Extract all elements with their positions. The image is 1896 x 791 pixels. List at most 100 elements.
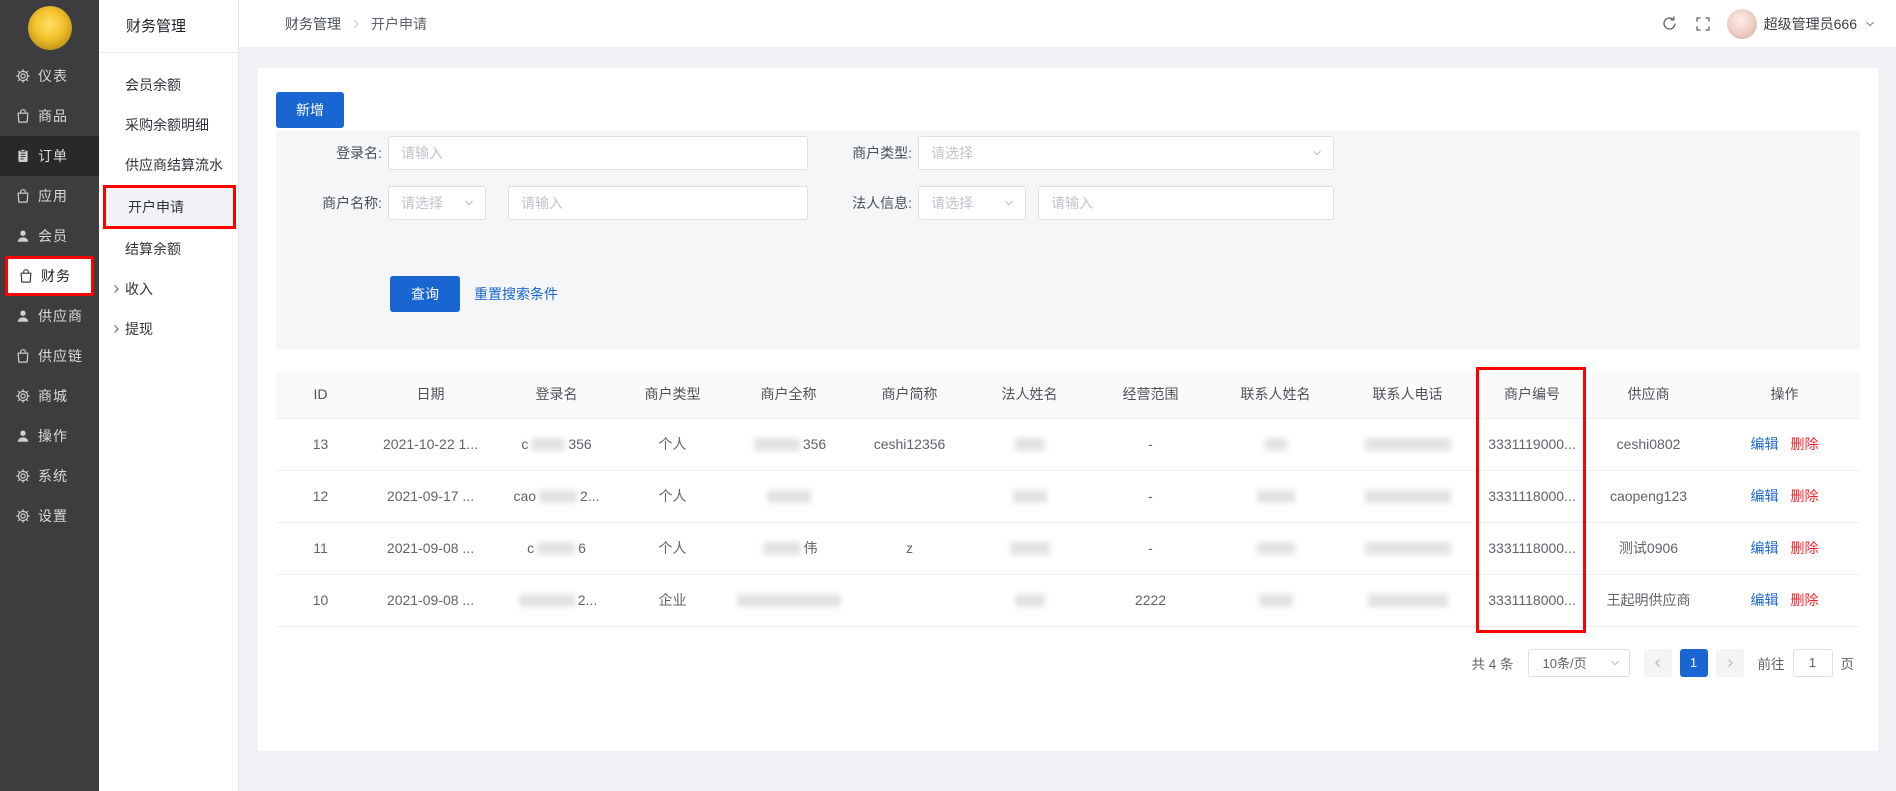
legal-info-select[interactable]: 请选择 — [918, 186, 1026, 220]
refresh-icon[interactable] — [1661, 15, 1679, 33]
page-content: 新增 登录名: 商户类型: 请选择 — [239, 48, 1896, 791]
delete-link[interactable]: 删除 — [1791, 540, 1819, 556]
sidebar-item-订单[interactable]: 订单 — [0, 136, 99, 176]
page-number-button[interactable]: 1 — [1680, 649, 1708, 677]
table-row: 132021-10-22 1...c356个人356ceshi12356-333… — [276, 418, 1860, 470]
submenu-item-采购余额明细[interactable]: 采购余额明细 — [99, 105, 238, 145]
redacted-text — [754, 438, 800, 451]
cell-text: 伟 — [804, 540, 818, 556]
gear-icon — [15, 468, 31, 484]
add-button[interactable]: 新增 — [276, 92, 344, 128]
gear-icon — [15, 388, 31, 404]
submenu-item-label: 结算余额 — [125, 239, 181, 259]
select-placeholder: 请选择 — [931, 143, 1305, 163]
prev-page-button[interactable] — [1644, 649, 1672, 677]
login-name-input[interactable] — [388, 136, 808, 170]
submenu-item-label: 供应商结算流水 — [125, 155, 223, 175]
goto-page-input[interactable] — [1793, 649, 1833, 677]
edit-link[interactable]: 编辑 — [1751, 436, 1779, 452]
cell-text: z — [906, 540, 913, 556]
sidebar-item-供应商[interactable]: 供应商 — [0, 296, 99, 336]
edit-link[interactable]: 编辑 — [1751, 592, 1779, 608]
redacted-text — [1010, 542, 1050, 555]
table-cell: 个人 — [617, 470, 728, 522]
table-cell: 测试0906 — [1588, 522, 1709, 574]
table-cell — [1212, 470, 1339, 522]
table-cell: 3331118000... — [1476, 522, 1588, 574]
submenu-item-提现[interactable]: 提现 — [99, 309, 238, 349]
cell-text: 13 — [313, 436, 329, 452]
merchant-name-input[interactable] — [508, 186, 808, 220]
sidebar-item-财务[interactable]: 财务 — [5, 256, 94, 296]
topbar-actions: 超级管理员666 — [1661, 9, 1876, 39]
column-header-法人姓名: 法人姓名 — [970, 371, 1089, 418]
table-cell: 2222 — [1089, 574, 1212, 626]
table-cell: 编辑删除 — [1709, 574, 1860, 626]
sidebar-item-label: 操作 — [38, 426, 68, 446]
table-cell: 2... — [496, 574, 617, 626]
cell-text: 2021-09-08 ... — [387, 540, 474, 556]
table-cell: - — [1089, 522, 1212, 574]
sidebar-item-系统[interactable]: 系统 — [0, 456, 99, 496]
cell-text: 6 — [578, 540, 586, 556]
table-cell: 2021-09-08 ... — [365, 574, 496, 626]
fullscreen-icon[interactable] — [1694, 15, 1712, 33]
submenu-item-label: 开户申请 — [128, 197, 184, 217]
next-page-button[interactable] — [1716, 649, 1744, 677]
submenu-item-结算余额[interactable]: 结算余额 — [99, 229, 238, 269]
table-cell: z — [849, 522, 970, 574]
main-area: 财务管理 开户申请 超级管理员666 — [239, 0, 1896, 791]
table-cell: 编辑删除 — [1709, 470, 1860, 522]
submenu-item-label: 会员余额 — [125, 75, 181, 95]
reset-search-link[interactable]: 重置搜索条件 — [474, 284, 558, 304]
search-form: 登录名: 商户类型: 请选择 — [292, 136, 1844, 220]
column-header-ID: ID — [276, 371, 365, 418]
chevron-down-icon — [1609, 657, 1621, 669]
delete-link[interactable]: 删除 — [1791, 488, 1819, 504]
table-cell — [970, 574, 1089, 626]
select-placeholder: 请选择 — [931, 193, 997, 213]
merchant-name-select[interactable]: 请选择 — [388, 186, 486, 220]
primary-sidebar: 仪表商品订单应用会员财务供应商供应链商城操作系统设置 — [0, 0, 99, 791]
cell-text: 356 — [568, 436, 591, 452]
query-button[interactable]: 查询 — [390, 276, 460, 312]
cell-text: c — [521, 436, 528, 452]
submenu-item-会员余额[interactable]: 会员余额 — [99, 65, 238, 105]
cell-text: 王起明供应商 — [1607, 592, 1691, 608]
sidebar-item-仪表[interactable]: 仪表 — [0, 56, 99, 96]
user-menu[interactable]: 超级管理员666 — [1727, 9, 1876, 39]
cell-text: 11 — [313, 540, 328, 556]
chevron-right-icon — [111, 324, 121, 334]
sidebar-item-操作[interactable]: 操作 — [0, 416, 99, 456]
table-cell: ceshi0802 — [1588, 418, 1709, 470]
chevron-down-icon — [463, 197, 475, 209]
column-header-日期: 日期 — [365, 371, 496, 418]
breadcrumb-item-finance[interactable]: 财务管理 — [285, 14, 341, 34]
avatar — [1727, 9, 1757, 39]
edit-link[interactable]: 编辑 — [1751, 488, 1779, 504]
app-logo[interactable] — [0, 0, 99, 56]
submenu-item-开户申请[interactable]: 开户申请 — [103, 185, 236, 229]
submenu-item-收入[interactable]: 收入 — [99, 269, 238, 309]
sidebar-item-设置[interactable]: 设置 — [0, 496, 99, 536]
table-cell: 王起明供应商 — [1588, 574, 1709, 626]
submenu-item-供应商结算流水[interactable]: 供应商结算流水 — [99, 145, 238, 185]
breadcrumb: 财务管理 开户申请 — [285, 14, 427, 34]
table-cell: 12 — [276, 470, 365, 522]
edit-link[interactable]: 编辑 — [1751, 540, 1779, 556]
chevron-down-icon — [1864, 18, 1876, 30]
delete-link[interactable]: 删除 — [1791, 436, 1819, 452]
app-root: 仪表商品订单应用会员财务供应商供应链商城操作系统设置 财务管理 会员余额采购余额… — [0, 0, 1896, 791]
sidebar-item-供应链[interactable]: 供应链 — [0, 336, 99, 376]
sidebar-item-商品[interactable]: 商品 — [0, 96, 99, 136]
sidebar-item-会员[interactable]: 会员 — [0, 216, 99, 256]
legal-info-input[interactable] — [1038, 186, 1334, 220]
goto-page: 前往 页 — [1758, 649, 1855, 677]
sidebar-item-商城[interactable]: 商城 — [0, 376, 99, 416]
column-header-供应商: 供应商 — [1588, 371, 1709, 418]
sidebar-item-应用[interactable]: 应用 — [0, 176, 99, 216]
delete-link[interactable]: 删除 — [1791, 592, 1819, 608]
page-size-select[interactable]: 10条/页 — [1528, 649, 1630, 677]
merchant-type-select[interactable]: 请选择 — [918, 136, 1334, 170]
bag-icon — [15, 108, 31, 124]
